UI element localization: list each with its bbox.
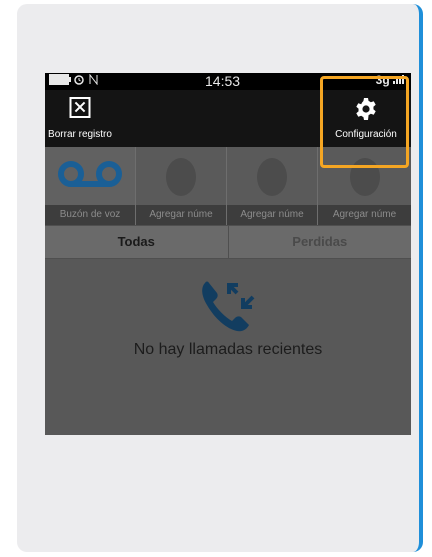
- signal-icon: [393, 75, 404, 84]
- call-log-area: Buzón de voz Agregar núme Agregar núme A…: [45, 147, 411, 435]
- status-time: 14:53: [205, 73, 241, 89]
- contact-silhouette-icon: [257, 158, 287, 196]
- speed-dial-add-2[interactable]: Agregar núme: [227, 147, 317, 225]
- speed-dial-label: Agregar núme: [227, 205, 317, 225]
- settings-label: Configuración: [335, 129, 397, 140]
- alarm-icon: [74, 75, 84, 85]
- nfc-icon: [89, 74, 98, 85]
- phone-screen: 14:53 3g Borrar registro Configuración B…: [45, 73, 411, 435]
- call-filter-tabs: Todas Perdidas: [45, 225, 411, 259]
- clear-icon: [69, 97, 91, 118]
- voicemail-icon: [58, 161, 122, 187]
- speed-dial-add-3[interactable]: Agregar núme: [318, 147, 411, 225]
- contact-silhouette-icon: [166, 158, 196, 196]
- speed-dial-row: Buzón de voz Agregar núme Agregar núme A…: [45, 147, 411, 225]
- clear-log-label: Borrar registro: [48, 129, 112, 140]
- speed-dial-label: Buzón de voz: [45, 205, 135, 225]
- speed-dial-label: Agregar núme: [318, 205, 411, 225]
- tab-all[interactable]: Todas: [45, 226, 229, 258]
- settings-button[interactable]: Configuración: [321, 90, 411, 147]
- gear-icon: [356, 98, 376, 120]
- speed-dial-label: Agregar núme: [136, 205, 226, 225]
- speed-dial-add-1[interactable]: Agregar núme: [136, 147, 226, 225]
- network-type: 3g: [375, 73, 390, 87]
- network-indicator: 3g: [376, 73, 407, 87]
- tab-missed[interactable]: Perdidas: [229, 226, 412, 258]
- action-bar: Borrar registro Configuración: [45, 90, 411, 147]
- screenshot-card: 14:53 3g Borrar registro Configuración B…: [17, 4, 423, 552]
- clear-log-button[interactable]: Borrar registro: [45, 90, 115, 147]
- status-icons: [49, 74, 98, 85]
- empty-state-message: No hay llamadas recientes: [133, 341, 323, 358]
- empty-state: No hay llamadas recientes: [45, 259, 411, 435]
- speed-dial-voicemail[interactable]: Buzón de voz: [45, 147, 135, 225]
- call-arrows-icon: [202, 281, 255, 332]
- contact-silhouette-icon: [349, 158, 380, 196]
- status-bar: 14:53 3g: [45, 73, 411, 90]
- battery-icon: [49, 74, 71, 85]
